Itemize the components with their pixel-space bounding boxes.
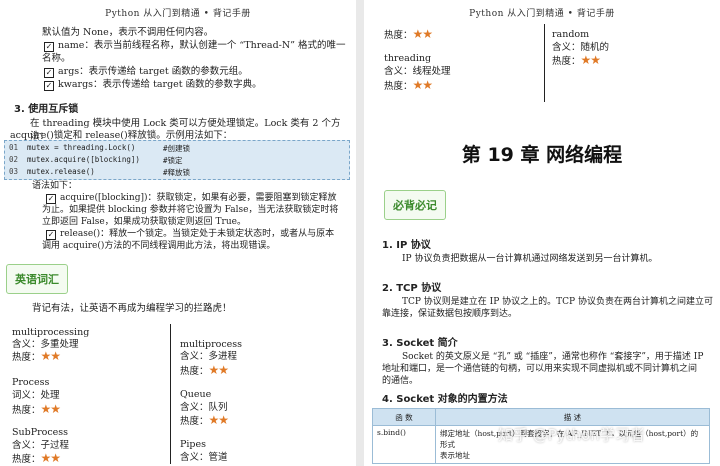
star-rating-icon: ★★ — [580, 53, 601, 67]
param-args-text: args：表示传递给 target 函数的参数元组。 — [58, 66, 248, 77]
syntax-line: 立即返回 False，如果成功获取锁定则返回 True。 — [42, 217, 246, 227]
paragraph-line: TCP 协议则是建立在 IP 协议之上的。TCP 协议负责在两台计算机之间建立可 — [402, 297, 713, 307]
param-name-line: ✓ name：表示当前线程名称，默认创建一个 “Thread-N” 格式的唯一 — [44, 39, 346, 52]
code-block: 01 mutex = threading.Lock() #创建锁 02 mute… — [4, 140, 350, 180]
vocab-hot: 热度：★★ — [12, 402, 61, 417]
paragraph-line: IP 协议负责把数据从一台计算机通过网络发送到另一台计算机。 — [402, 254, 658, 264]
syntax-line: 调用 acquire()方法的不同线程调用此方法，将出现错误。 — [42, 241, 276, 251]
table-cell-func: s.bind() — [372, 425, 436, 464]
column-divider — [170, 324, 171, 464]
vocab-hot: 热度：★★ — [12, 349, 61, 364]
vocab-word: Queue — [180, 389, 212, 400]
syntax-label: 语法如下： — [32, 181, 78, 191]
vocab-hot: 热度：★★ — [12, 451, 61, 466]
param-args-line: ✓ args：表示传递给 target 函数的参数元组。 — [44, 65, 248, 78]
vocab-word: random — [552, 29, 590, 40]
vocab-hot: 热度：★★ — [180, 413, 229, 428]
param-default-line: 默认值为 None，表示不调用任何内容。 — [42, 27, 214, 38]
syntax-acquire-line: ✓ acquire([blocking])：获取锁定，如果有必要，需要阻塞到锁定释… — [46, 193, 337, 204]
vocab-meaning: 含义：管道 — [180, 452, 228, 463]
vocab-hot: 热度：★★ — [552, 53, 601, 68]
checkbox-icon: ✓ — [46, 194, 56, 204]
param-kwargs-text: kwargs：表示传递给 target 函数的参数字典。 — [58, 79, 262, 90]
code-line: 02 mutex.acquire([blocking]) #锁定 — [9, 155, 183, 165]
param-name-text: name：表示当前线程名称，默认创建一个 “Thread-N” 格式的唯一 — [58, 40, 346, 51]
vocab-meaning: 词义：处理 — [12, 390, 60, 401]
paragraph-line: Socket 的英文原义是 “孔” 或 “插座”，通常也称作 “套接字”，用于描… — [402, 352, 704, 362]
checkbox-icon: ✓ — [44, 42, 54, 52]
watermark: 知乎 @Python学习者 — [498, 426, 645, 444]
vocab-word: SubProcess — [12, 427, 69, 438]
section-title: 3. Socket 简介 — [382, 338, 458, 349]
table-header-row: 函 数 描 述 — [372, 408, 710, 426]
vocab-hot: 热度：★★ — [384, 27, 433, 42]
vocab-word: threading — [384, 53, 432, 64]
checkbox-icon: ✓ — [46, 230, 56, 240]
vocab-hot: 热度：★★ — [180, 363, 229, 378]
paragraph-line: 靠连接，保证数据包按顺序到达。 — [382, 309, 518, 319]
code-line: 01 mutex = threading.Lock() #创建锁 — [9, 143, 191, 153]
star-rating-icon: ★★ — [40, 349, 61, 363]
section-title: 4. Socket 对象的内置方法 — [382, 394, 508, 405]
column-header: 函 数 — [372, 408, 436, 426]
vocab-badge: 英语词汇 — [6, 264, 68, 294]
left-page: Python 从入门到精通 • 背记手册 默认值为 None，表示不调用任何内容… — [0, 0, 356, 466]
chapter-title: 第 19 章 网络编程 — [461, 144, 623, 166]
vocab-word: Pipes — [180, 439, 207, 450]
star-rating-icon: ★★ — [208, 363, 229, 377]
page-header: Python 从入门到精通 • 背记手册 — [469, 9, 615, 19]
syntax-release-line: ✓ release()：释放一个锁定。当锁定处于未锁定状态时，或者从与原本 — [46, 229, 335, 240]
paragraph-line: 地址和端口，是一个通信链的句柄，可以用来实现不同虚拟机或不同计算机之间 — [382, 364, 698, 374]
star-rating-icon: ★★ — [412, 27, 433, 41]
star-rating-icon: ★★ — [208, 413, 229, 427]
vocab-word: Process — [12, 377, 50, 388]
star-rating-icon: ★★ — [40, 451, 61, 465]
param-name-cont: 名称。 — [42, 53, 71, 64]
star-rating-icon: ★★ — [40, 402, 61, 416]
section-title: 2. TCP 协议 — [382, 283, 442, 294]
must-remember-badge: 必背必记 — [384, 190, 446, 220]
section-title: 1. IP 协议 — [382, 240, 431, 251]
syntax-line: 为止。如果提供 blocking 参数并将它设置为 False，当无法获取锁定时… — [42, 205, 339, 215]
star-rating-icon: ★★ — [412, 78, 433, 92]
right-page: Python 从入门到精通 • 背记手册 热度：★★ threading 含义：… — [364, 0, 720, 466]
vocab-meaning: 含义：多进程 — [180, 351, 238, 362]
checkbox-icon: ✓ — [44, 81, 54, 91]
vocab-hot: 热度：★★ — [384, 78, 433, 93]
code-line: 03 mutex.release() #释放锁 — [9, 167, 191, 177]
section-title: 3. 使用互斥锁 — [14, 104, 79, 115]
column-divider — [544, 24, 545, 102]
page-header: Python 从入门到精通 • 背记手册 — [105, 9, 251, 19]
vocab-intro: 背记有法，让英语不再成为编程学习的拦路虎！ — [32, 303, 232, 314]
paragraph-line: 的通信。 — [382, 376, 419, 386]
vocab-meaning: 含义：线程处理 — [384, 66, 451, 77]
checkbox-icon: ✓ — [44, 68, 54, 78]
column-header: 描 述 — [435, 408, 710, 426]
param-kwargs-line: ✓ kwargs：表示传递给 target 函数的参数字典。 — [44, 78, 262, 91]
